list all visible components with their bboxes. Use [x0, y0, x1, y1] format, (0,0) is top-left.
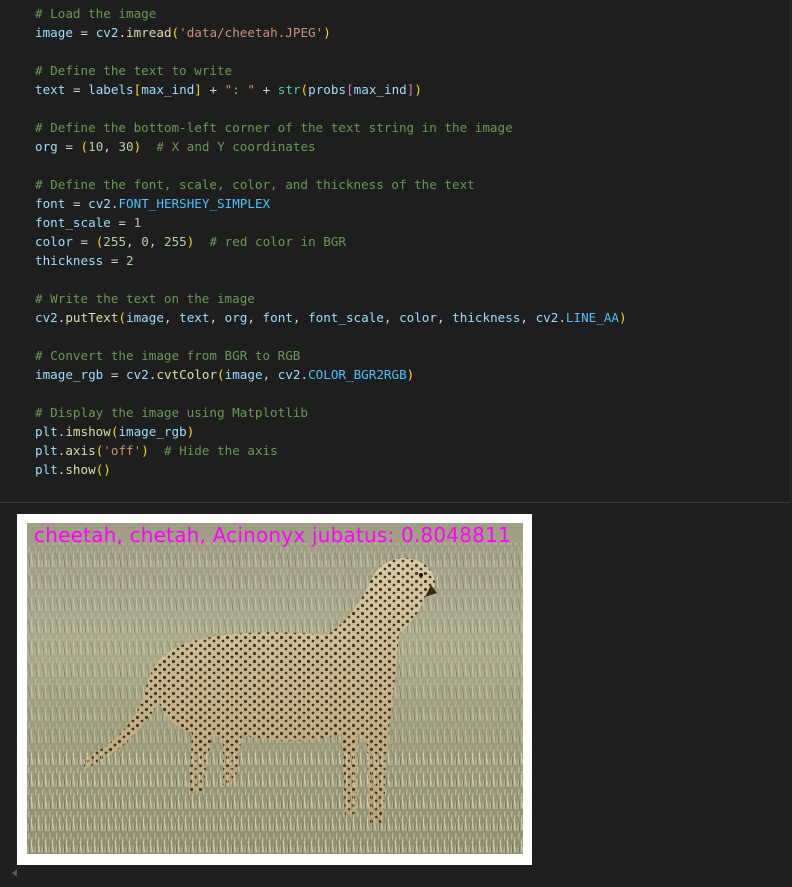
code-line: # Load the image	[35, 6, 157, 21]
code-line: plt.imshow(image_rgb)	[35, 424, 195, 439]
cell-output: cheetah, chetah, Acinonyx jubatus: 0.804…	[0, 503, 792, 887]
prediction-caption: cheetah, chetah, Acinonyx jubatus: 0.804…	[34, 523, 511, 547]
cheetah-photo: cheetah, chetah, Acinonyx jubatus: 0.804…	[27, 523, 523, 854]
code-line: plt.axis('off') # Hide the axis	[35, 443, 278, 458]
code-line: # Convert the image from BGR to RGB	[35, 348, 301, 363]
code-line: # Define the text to write	[35, 63, 233, 78]
notebook-cell: # Load the image image = cv2.imread('data…	[0, 0, 792, 887]
cheetah-image-icon	[27, 523, 523, 854]
code-line: font = cv2.FONT_HERSHEY_SIMPLEX	[35, 196, 271, 211]
code-line: org = (10, 30) # X and Y coordinates	[35, 139, 316, 154]
code-block[interactable]: # Load the image image = cv2.imread('data…	[35, 4, 627, 479]
code-line: color = (255, 0, 255) # red color in BGR	[35, 234, 346, 249]
code-line: font_scale = 1	[35, 215, 142, 230]
code-line: plt.show()	[35, 462, 111, 477]
code-line: # Write the text on the image	[35, 291, 255, 306]
code-line: # Display the image using Matplotlib	[35, 405, 308, 420]
code-line: cv2.putText(image, text, org, font, font…	[35, 310, 627, 325]
scroll-left-icon[interactable]	[12, 869, 17, 877]
matplotlib-figure: cheetah, chetah, Acinonyx jubatus: 0.804…	[17, 514, 532, 865]
code-cell-editor[interactable]: # Load the image image = cv2.imread('data…	[0, 0, 791, 503]
code-line: # Define the font, scale, color, and thi…	[35, 177, 475, 192]
code-line: text = labels[max_ind] + ": " + str(prob…	[35, 82, 422, 97]
code-line: # Define the bottom-left corner of the t…	[35, 120, 513, 135]
code-line: image = cv2.imread('data/cheetah.JPEG')	[35, 25, 331, 40]
code-line: image_rgb = cv2.cvtColor(image, cv2.COLO…	[35, 367, 415, 382]
code-line: thickness = 2	[35, 253, 134, 268]
